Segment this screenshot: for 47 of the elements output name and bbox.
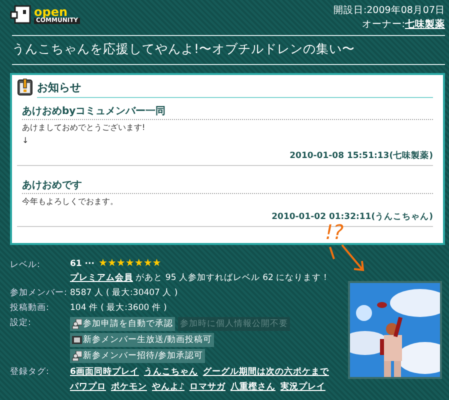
videos-label: 投稿動画:	[10, 302, 50, 314]
premium-link[interactable]: プレミアム会員	[70, 273, 133, 283]
tag-link[interactable]: やんよ♪	[152, 381, 184, 393]
owner-label: オーナー:	[362, 18, 405, 32]
star-icon: ★	[152, 259, 162, 269]
logo-icon	[10, 5, 32, 25]
tag-link[interactable]: グーグル期間は次の六ポケまで	[202, 366, 329, 378]
post-title: あけおめbyコミュメンバー一同	[22, 99, 433, 120]
star-icon: ★	[125, 259, 134, 269]
settings-label: 設定:	[10, 317, 32, 330]
star-icon: ★	[143, 259, 152, 269]
tag-link[interactable]: ポケモン	[111, 381, 147, 393]
opened-label: 開設日:	[333, 4, 367, 18]
setting-badge: 参加申請を自動で承認	[70, 317, 175, 331]
tag-link[interactable]: パワプロ	[70, 381, 106, 393]
logo-wordmark: open	[34, 6, 68, 18]
tag-link[interactable]: 実況プレイ	[280, 381, 326, 393]
post-text: あけましておめでとうございます!	[22, 122, 146, 133]
setting-badge: 新参メンバー招待/参加承認可	[70, 349, 205, 363]
post-text: 今年もよろしくでおます。	[22, 196, 119, 207]
handwritten-note: !?	[325, 221, 344, 243]
setting-badge: 参加時に個人情報公開不要	[178, 317, 290, 331]
members-label: 参加メンバー:	[10, 287, 68, 299]
star-icon: ★	[107, 259, 116, 269]
post-text: ↓	[22, 135, 30, 146]
level-note: があと 95 人参加すればレベル 62 になります！	[136, 273, 330, 283]
alert-icon	[17, 78, 33, 96]
setting-badge: 新参メンバー生放送/動画投稿可	[70, 333, 214, 347]
post-timestamp: 2010-01-02 01:32:11(うんこちゃん)	[272, 212, 433, 222]
owner-link[interactable]: 七味製薬	[405, 18, 445, 32]
tags-label: 登録タグ:	[10, 366, 50, 379]
tag-link[interactable]: 八重樫さん	[230, 381, 276, 393]
star-icon: ★	[134, 259, 144, 269]
notice-heading: お知らせ	[37, 76, 433, 98]
level-label: レベル:	[10, 259, 41, 272]
post-timestamp: 2010-01-08 15:51:13(七味製薬)	[290, 151, 433, 161]
star-icon: ★	[98, 259, 108, 269]
tag-link[interactable]: うんこちゃん	[144, 366, 198, 378]
level-value: 61 ···	[70, 259, 94, 269]
star-icon: ★	[116, 259, 126, 269]
members-count: 8587 人 ( 最大:30407 人 )	[70, 287, 179, 299]
tag-link[interactable]: ロマサガ	[189, 381, 226, 393]
community-title: うんこちゃんを応援してやんよ!〜オブチルドレンの集い〜	[12, 41, 356, 58]
videos-count: 104 件 ( 最大:3600 件 )	[70, 302, 168, 314]
post-title: あけおめです	[22, 173, 433, 194]
tag-link[interactable]: 6画面同時プレイ	[70, 366, 139, 378]
opened-date: 2009年08月07日	[366, 4, 445, 18]
